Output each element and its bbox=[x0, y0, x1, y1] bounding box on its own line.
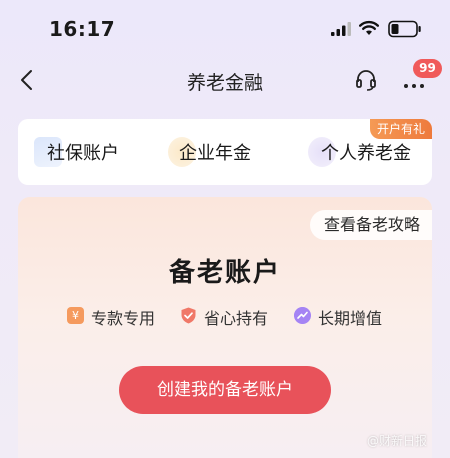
pension-category-card: 社保账户 企业年金 个人养老金 开户有礼 bbox=[18, 119, 432, 185]
watermark: @财新日报 bbox=[367, 434, 428, 448]
shield-check-icon bbox=[181, 307, 196, 324]
feature-label: 专款专用 bbox=[91, 309, 156, 328]
status-bar: 16:17 bbox=[0, 0, 450, 58]
growth-icon bbox=[294, 307, 311, 324]
status-time: 16:17 bbox=[49, 17, 116, 41]
create-account-button[interactable]: 创建我的备老账户 bbox=[119, 366, 331, 414]
notification-badge: 99 bbox=[413, 59, 442, 78]
retirement-account-card: 查看备老攻略 备老账户 ¥ 专款专用 省心持有 长期增值 创建我的备老账户 bbox=[18, 197, 432, 458]
category-label: 社保账户 bbox=[47, 143, 119, 164]
category-label: 企业年金 bbox=[179, 143, 251, 164]
page-title: 养老金融 bbox=[186, 72, 263, 94]
promo-tag: 开户有礼 bbox=[369, 119, 432, 139]
feature-list: ¥ 专款专用 省心持有 长期增值 bbox=[18, 304, 432, 328]
wifi-icon bbox=[359, 20, 379, 35]
feature-label: 省心持有 bbox=[204, 309, 269, 328]
feature-label: 长期增值 bbox=[318, 309, 383, 328]
nav-bar: 养老金融 99 bbox=[0, 58, 450, 102]
customer-service-headset-icon[interactable] bbox=[354, 68, 378, 92]
category-label: 个人养老金 bbox=[321, 143, 411, 164]
account-title: 备老账户 bbox=[168, 258, 281, 288]
category-enterprise-annuity[interactable]: 企业年金 bbox=[158, 119, 298, 185]
yuan-icon: ¥ bbox=[67, 307, 84, 324]
cellular-signal-icon bbox=[331, 22, 351, 36]
category-social-security[interactable]: 社保账户 bbox=[18, 119, 158, 185]
battery-icon bbox=[388, 20, 421, 38]
view-guide-button[interactable]: 查看备老攻略 bbox=[310, 210, 432, 240]
